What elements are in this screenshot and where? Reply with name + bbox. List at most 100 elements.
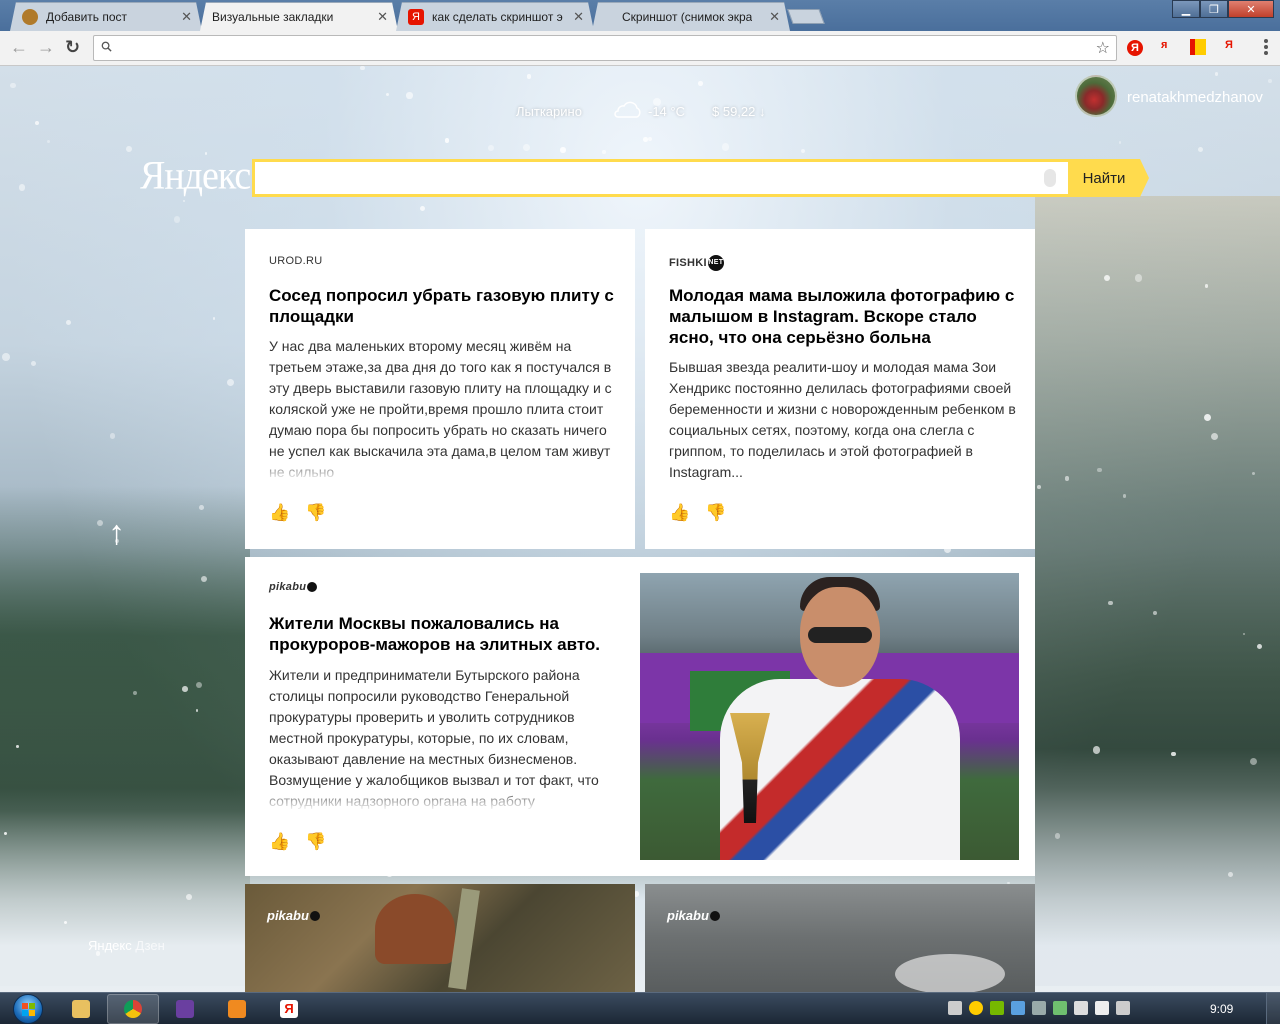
search-box[interactable] [252,159,1070,197]
search-button[interactable]: Найти [1068,159,1149,197]
snowflake [97,519,104,526]
card-title[interactable]: Сосед попросил убрать газовую плиту с пл… [269,285,619,327]
dislike-thumb-icon[interactable]: 👎 [305,503,326,523]
snowflake [1228,872,1233,877]
nvidia-icon[interactable] [990,1001,1004,1015]
chrome-icon [124,1000,142,1018]
pikabu-favicon-icon [22,8,38,25]
feed-card-urod[interactable]: UROD.RU Сосед попросил убрать газовую пл… [245,229,635,549]
taskbar-media-player[interactable] [211,994,263,1024]
tab-title: как сделать скриншот э [432,9,563,24]
yandex-logo[interactable]: Яндекс [140,153,251,199]
temperature-label[interactable]: -14 °С [648,104,685,119]
snowflake [721,143,730,151]
card-photo[interactable] [640,573,1019,860]
snowflake [200,575,207,582]
feed-card-pikabu-thumb-2[interactable]: pikabu [645,884,1035,992]
snowflake [523,144,531,152]
search-icon [101,41,112,52]
close-window-button[interactable]: ✕ [1228,0,1274,18]
address-bar[interactable]: ☆ [93,35,1117,61]
start-button[interactable] [6,993,50,1024]
bookmark-star-icon[interactable]: ☆ [1096,38,1110,58]
microphone-icon[interactable] [1044,169,1056,187]
city-label[interactable]: Лыткарино [516,104,582,119]
search-input[interactable] [263,168,1023,190]
card-source[interactable]: pikabu [667,908,720,923]
network-icon[interactable] [1116,1001,1130,1015]
tab-screenshot[interactable]: Скриншот (снимок экра ✕ [592,2,790,31]
taskbar-winamp[interactable] [159,994,211,1024]
zen-logo-sub: Дзен [135,938,165,953]
snowflake [63,920,67,924]
maximize-button[interactable]: ❐ [1200,0,1228,18]
close-tab-icon[interactable]: ✕ [573,9,584,25]
taskbar-chrome[interactable] [107,994,159,1024]
text-fade [269,787,619,811]
tray-icon-5[interactable] [1032,1001,1046,1015]
forward-arrow-icon[interactable]: → [37,37,55,58]
taskbar-yandex-browser[interactable]: Я [263,994,315,1024]
card-source[interactable]: pikabu [269,581,317,593]
snowflake [648,137,653,142]
taskbar-explorer[interactable] [55,994,107,1024]
yandex-small-icon[interactable]: я [1161,39,1167,51]
like-thumb-icon[interactable]: 👍 [669,503,690,523]
like-thumb-icon[interactable]: 👍 [269,832,290,852]
snowflake [1152,611,1157,616]
card-title[interactable]: Молодая мама выложила фотографию с малыш… [669,285,1019,348]
snowflake [198,505,204,511]
user-avatar[interactable] [1075,75,1117,117]
snowflake [1214,72,1219,76]
yandex-extension-icon[interactable]: Я [1127,40,1143,56]
back-arrow-icon[interactable]: ← [10,37,28,58]
feed-card-pikabu-wide[interactable]: pikabu Жители Москвы пожаловались на про… [245,557,1035,876]
tray-icon-6[interactable] [1053,1001,1067,1015]
tab-strip: Добавить пост ✕ Визуальные закладки ✕ Я … [0,0,1280,31]
snowflake [419,205,425,212]
reload-icon[interactable]: ↻ [65,37,80,58]
feed-card-pikabu-thumb-1[interactable]: pikabu [245,884,635,992]
new-tab-button[interactable] [787,9,825,24]
username[interactable]: renatakhmedzhanov [1127,89,1263,106]
close-tab-icon[interactable]: ✕ [377,9,388,25]
tray-icon-1[interactable] [948,1001,962,1015]
taskbar-clock[interactable]: 9:09 [1210,1002,1233,1016]
card-source[interactable]: UROD.RU [269,255,322,267]
snowflake [182,686,188,692]
card-source[interactable]: pikabu [267,908,320,923]
dislike-thumb-icon[interactable]: 👎 [305,832,326,852]
snowflake [1055,833,1061,839]
tab-visual-bookmarks[interactable]: Визуальные закладки ✕ [200,2,398,31]
tab-add-post[interactable]: Добавить пост ✕ [10,2,202,31]
yandex-bookmark-extension-icon[interactable] [1190,39,1206,55]
snowflake [800,149,805,154]
volume-icon[interactable] [1074,1001,1088,1015]
snowflake [185,894,192,900]
address-input[interactable] [118,39,1078,57]
snowflake [526,73,532,79]
card-text: Бывшая звезда реалити-шоу и молодая мама… [669,359,1016,480]
tray-icon-4[interactable] [1011,1001,1025,1015]
scroll-up-arrow-icon[interactable]: ↑ [108,514,125,553]
dislike-thumb-icon[interactable]: 👎 [705,503,726,523]
minimize-button[interactable]: ▁ [1172,0,1200,18]
chrome-menu-icon[interactable] [1264,39,1268,57]
yandex-zen-logo[interactable]: Яндекс Дзен [88,938,165,953]
snowflake [444,138,449,143]
snowflake [560,147,566,153]
close-tab-icon[interactable]: ✕ [769,9,780,25]
currency-rate[interactable]: $ 59,22 ↓ [712,104,766,119]
tray-icon-2[interactable] [969,1001,983,1015]
action-center-flag-icon[interactable] [1095,1001,1109,1015]
card-title[interactable]: Жители Москвы пожаловались на прокуроров… [269,613,619,655]
card-source[interactable]: FISHKI NET [669,255,724,271]
snowflake [109,433,116,439]
show-desktop-button[interactable] [1266,993,1280,1024]
tab-how-to-screenshot[interactable]: Я как сделать скриншот э ✕ [396,2,594,31]
close-tab-icon[interactable]: ✕ [181,9,192,25]
like-thumb-icon[interactable]: 👍 [269,503,290,523]
feed-card-fishki[interactable]: FISHKI NET Молодая мама выложила фотогра… [645,229,1035,549]
snowflake [1097,467,1102,473]
yandex-search-extension-icon[interactable]: Я [1225,39,1233,51]
